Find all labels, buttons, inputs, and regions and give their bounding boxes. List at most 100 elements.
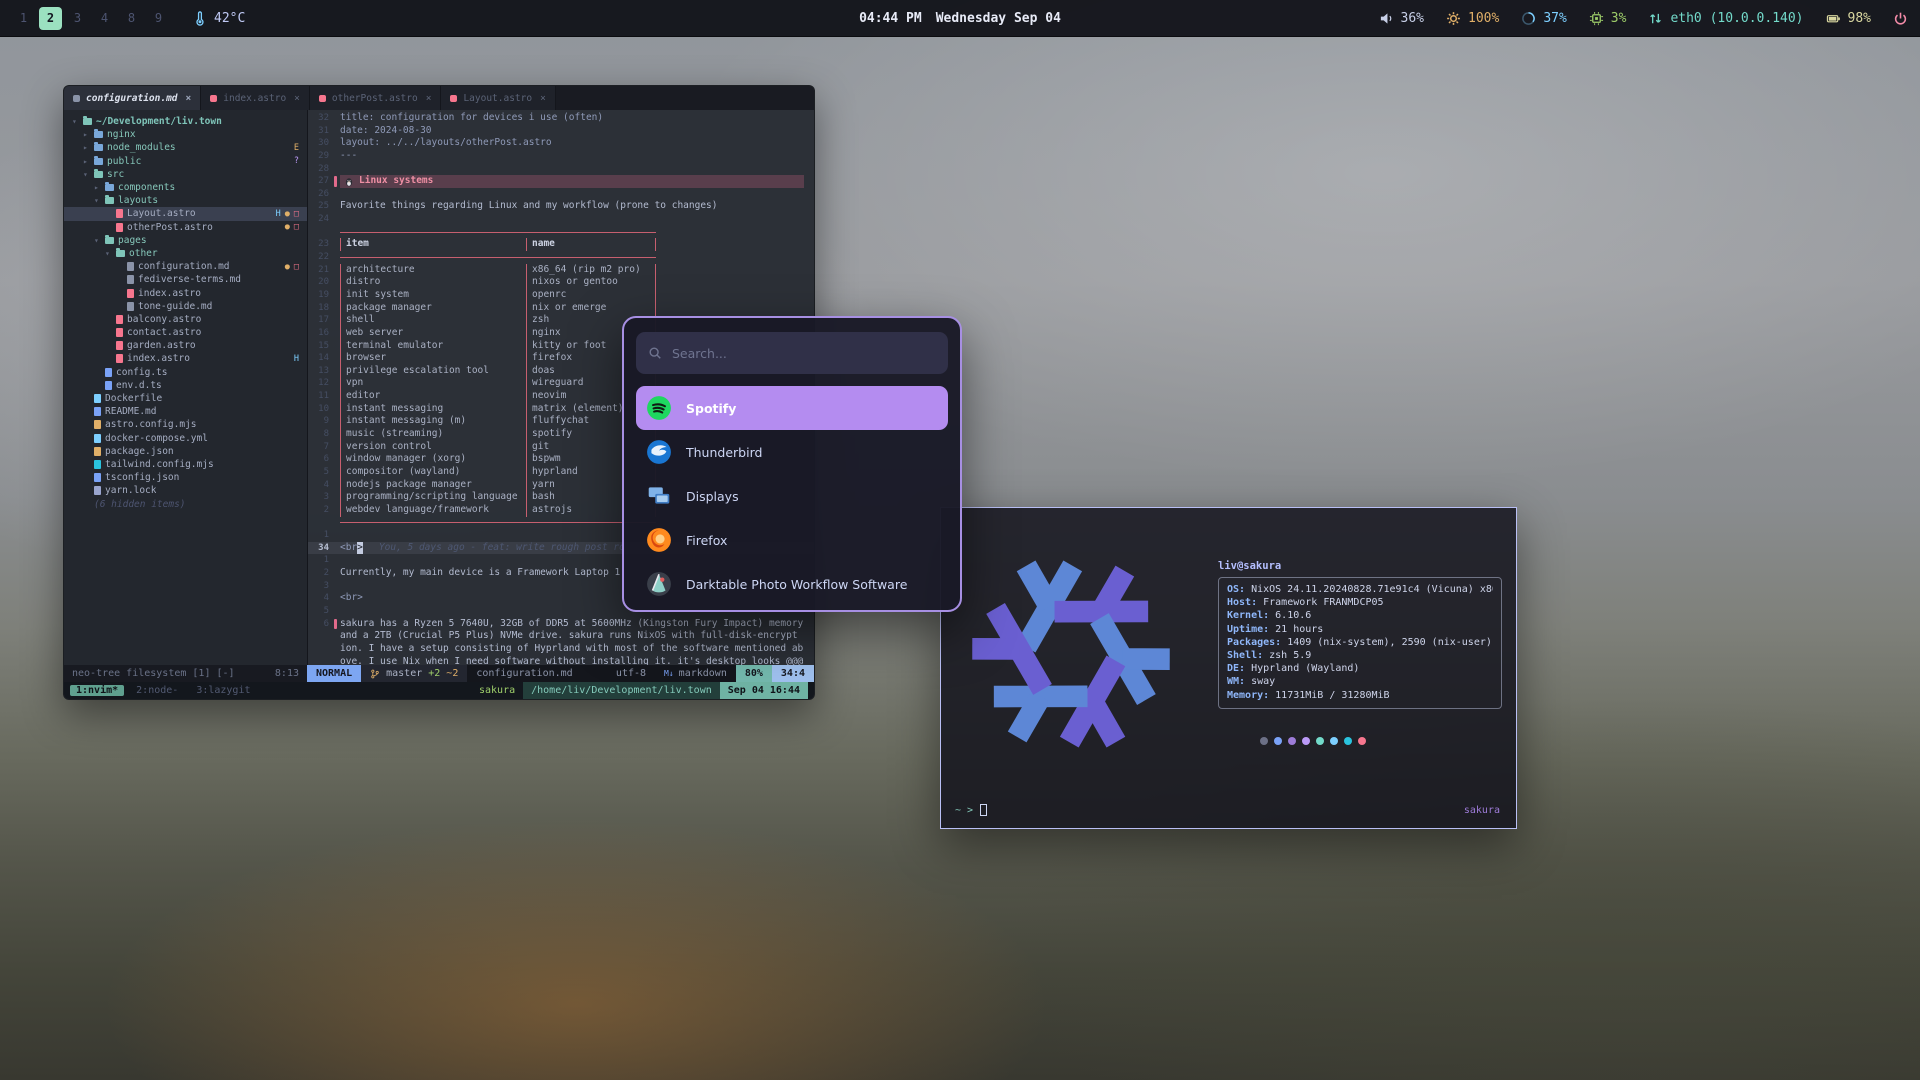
tree-item[interactable]: index.astro (64, 286, 307, 299)
tree-item[interactable]: otherPost.astro●□ (64, 221, 307, 234)
tree-item[interactable]: astro.config.mjs (64, 418, 307, 431)
tree-item[interactable]: index.astroH (64, 352, 307, 365)
search-box[interactable]: Search... (636, 332, 948, 374)
network-module[interactable]: eth0 (10.0.0.140) (1648, 11, 1803, 26)
sign-column (334, 656, 340, 665)
tree-item[interactable]: (6 hidden items) (64, 497, 307, 510)
tree-item[interactable]: balcony.astro (64, 313, 307, 326)
launcher-item-displays[interactable]: Displays (636, 474, 948, 518)
tree-item[interactable]: env.d.ts (64, 379, 307, 392)
folder-icon (116, 250, 125, 257)
sign-column (334, 340, 340, 353)
md-table-row: 20distronixos or gentoo (308, 276, 814, 289)
line-number: 26 (308, 188, 334, 201)
tree-item[interactable]: tailwind.config.mjs (64, 458, 307, 471)
tree-item[interactable]: ▸public? (64, 155, 307, 168)
tab-close-icon[interactable]: × (426, 93, 432, 104)
brightness-module[interactable]: 100% (1446, 11, 1499, 26)
tree-item-label: other (129, 248, 158, 259)
tab-Layout.astro[interactable]: Layout.astro× (441, 86, 555, 110)
launcher-item-thunderbird[interactable]: Thunderbird (636, 430, 948, 474)
tree-item[interactable]: ▾~/Development/liv.town (64, 115, 307, 128)
tab-configuration.md[interactable]: configuration.md× (64, 86, 201, 110)
tree-item[interactable]: docker-compose.yml (64, 432, 307, 445)
workspace-4[interactable]: 4 (93, 7, 116, 30)
shell-prompt[interactable]: ~ > (955, 804, 987, 816)
table-border-line (340, 257, 656, 258)
workspace-1[interactable]: 1 (12, 7, 35, 30)
sign-column (334, 592, 340, 605)
battery-module[interactable]: 98% (1826, 11, 1871, 26)
tree-item[interactable]: ▸node_modulesE (64, 141, 307, 154)
line-number: 3 (308, 491, 334, 504)
workspace-2[interactable]: 2 (39, 7, 62, 30)
astro-file-icon (450, 95, 457, 102)
fetch-info-value: NixOS 24.11.20240828.71e91c4 (Vicuna) x8… (1251, 583, 1493, 596)
tree-item[interactable]: Layout.astroH●□ (64, 207, 307, 220)
git-branch-name: master (386, 668, 422, 679)
tab-close-icon[interactable]: × (540, 93, 546, 104)
fetch-info-row: Kernel:6.10.6 (1227, 609, 1493, 622)
tmux-window[interactable]: 3:lazygit (190, 685, 256, 696)
power-button[interactable] (1893, 11, 1908, 26)
tree-item[interactable]: config.ts (64, 366, 307, 379)
tree-item[interactable]: configuration.md●□ (64, 260, 307, 273)
marker-□: □ (294, 209, 299, 219)
tree-item[interactable]: garden.astro (64, 339, 307, 352)
tree-item[interactable]: ▾other (64, 247, 307, 260)
folder-icon (94, 171, 103, 178)
workspace-8[interactable]: 8 (120, 7, 143, 30)
line-number: 25 (308, 200, 334, 213)
tree-item[interactable]: ▾layouts (64, 194, 307, 207)
tree-item[interactable]: yarn.lock (64, 484, 307, 497)
firefox-icon (646, 527, 672, 553)
table-cell-name: nixos or gentoo (527, 276, 655, 289)
tree-item[interactable]: ▾pages (64, 234, 307, 247)
sign-column (334, 365, 340, 378)
table-border-line (340, 232, 656, 233)
workspace-9[interactable]: 9 (147, 7, 170, 30)
launcher-item-label: Firefox (686, 533, 727, 548)
volume-module[interactable]: 36% (1379, 11, 1424, 26)
cpu-module[interactable]: 3% (1589, 11, 1627, 26)
line-number: 5 (308, 466, 334, 479)
line-number: 1 (308, 529, 334, 542)
launcher-item-spotify[interactable]: Spotify (636, 386, 948, 430)
power-icon (1893, 11, 1908, 26)
tree-item[interactable]: contact.astro (64, 326, 307, 339)
md-table-border (308, 226, 814, 239)
md-table-row: 19init systemopenrc (308, 289, 814, 302)
sign-column (334, 554, 340, 567)
tree-item[interactable]: README.md (64, 405, 307, 418)
launcher-item-firefox[interactable]: Firefox (636, 518, 948, 562)
tree-item[interactable]: tone-guide.md (64, 300, 307, 313)
tree-expand-icon: ▾ (94, 236, 101, 245)
tab-close-icon[interactable]: × (294, 93, 300, 104)
tmux-right: sakura /home/liv/Development/liv.town Se… (471, 682, 808, 699)
line-number: 6 (308, 453, 334, 466)
tree-item[interactable]: package.json (64, 445, 307, 458)
tree-item[interactable]: tsconfig.json (64, 471, 307, 484)
tab-close-icon[interactable]: × (186, 93, 192, 104)
tab-otherPost.astro[interactable]: otherPost.astro× (310, 86, 442, 110)
tab-index.astro[interactable]: index.astro× (201, 86, 310, 110)
line-number: 3 (308, 580, 334, 593)
tmux-window[interactable]: 1:nvim* (70, 685, 124, 696)
tree-item[interactable]: Dockerfile (64, 392, 307, 405)
palette-dot (1260, 737, 1268, 745)
tmux-window[interactable]: 2:node- (130, 685, 184, 696)
launcher-item-label: Thunderbird (686, 445, 762, 460)
tree-item[interactable]: fediverse-terms.md (64, 273, 307, 286)
sign-column (334, 618, 340, 631)
tree-item[interactable]: ▾src (64, 168, 307, 181)
git-diff-added: +2 (428, 668, 440, 679)
marker-●: ● (285, 222, 290, 232)
tree-item[interactable]: ▸components (64, 181, 307, 194)
tree-item[interactable]: ▸nginx (64, 128, 307, 141)
tree-item-markers: E (294, 143, 299, 153)
sign-column (334, 150, 340, 163)
disk-module[interactable]: 37% (1521, 11, 1566, 26)
launcher-item-darktable[interactable]: Darktable Photo Workflow Software (636, 562, 948, 606)
launcher-item-label: Spotify (686, 401, 736, 416)
workspace-3[interactable]: 3 (66, 7, 89, 30)
